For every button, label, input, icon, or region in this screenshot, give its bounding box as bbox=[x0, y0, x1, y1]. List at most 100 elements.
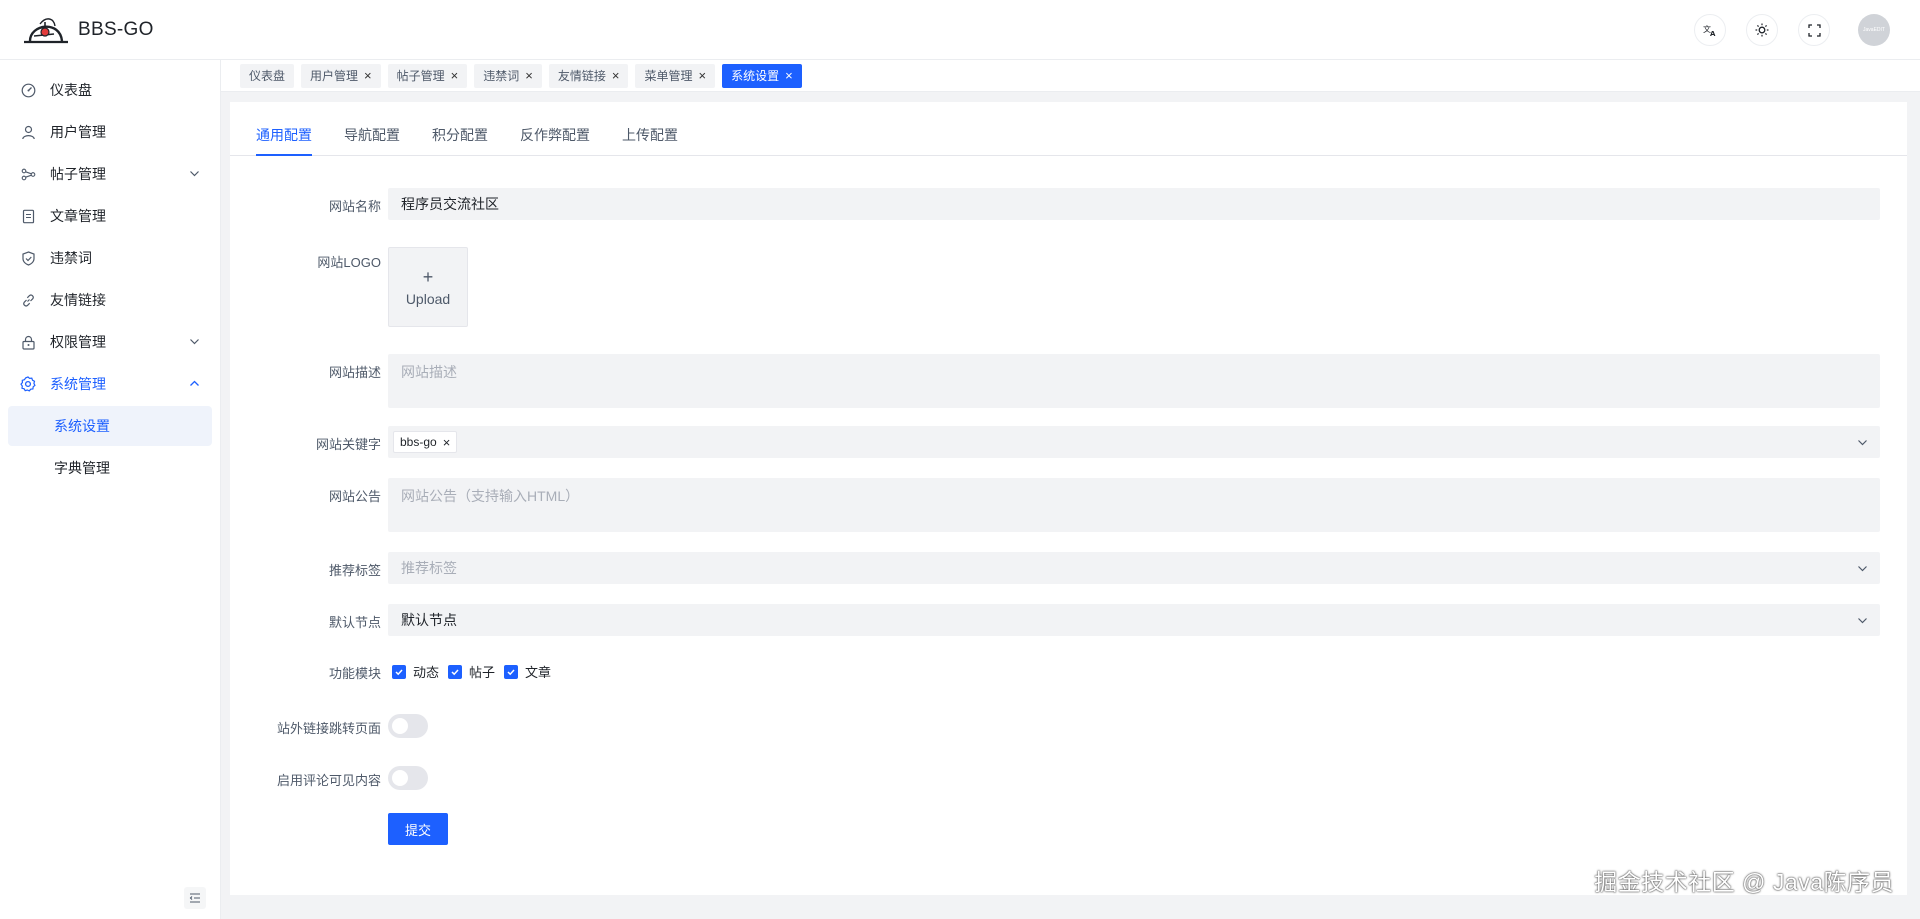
page-tab-posts[interactable]: 帖子管理 × bbox=[387, 63, 468, 88]
sidebar-item-label: 用户管理 bbox=[50, 124, 106, 140]
avatar-text: JavaEDIT bbox=[1863, 27, 1885, 33]
tab-anti-spam[interactable]: 反作弊配置 bbox=[520, 125, 590, 155]
sidebar-item-system[interactable]: 系统管理 bbox=[8, 364, 212, 404]
sidebar-menu: 仪表盘 用户管理 帖子管理 文章管理 违禁词 友情链接 权限管理 系统管理 系统… bbox=[0, 60, 220, 488]
site-desc-textarea[interactable]: 网站描述 bbox=[388, 354, 1880, 408]
sidebar-item-label: 系统设置 bbox=[54, 418, 110, 434]
external-link-switch[interactable] bbox=[388, 714, 428, 738]
page-tab-users[interactable]: 用户管理 × bbox=[301, 63, 381, 88]
page-tab-label: 仪表盘 bbox=[249, 69, 286, 83]
submit-button[interactable]: 提交 bbox=[388, 813, 448, 845]
close-icon[interactable]: × bbox=[364, 69, 372, 82]
sidebar-item-users[interactable]: 用户管理 bbox=[8, 112, 212, 152]
site-desc-label: 网站描述 bbox=[328, 365, 381, 380]
chevron-down-icon bbox=[190, 339, 199, 345]
collapse-sidebar-button[interactable] bbox=[184, 887, 206, 909]
site-logo-label: 网站LOGO bbox=[317, 255, 381, 270]
sidebar-item-label: 违禁词 bbox=[50, 250, 92, 266]
page-tab-dashboard[interactable]: 仪表盘 bbox=[240, 63, 295, 88]
recommend-tags-placeholder: 推荐标签 bbox=[401, 560, 457, 576]
sidebar-item-dashboard[interactable]: 仪表盘 bbox=[8, 70, 212, 110]
site-notice-label: 网站公告 bbox=[328, 489, 381, 504]
chevron-down-icon bbox=[1858, 440, 1867, 446]
page-tabs-bar: 仪表盘 用户管理 × 帖子管理 × 违禁词 × 友情链接 × 菜单管理 × 系统… bbox=[221, 60, 1920, 92]
module-option-label: 动态 bbox=[413, 665, 440, 680]
main-content: 仪表盘 用户管理 × 帖子管理 × 违禁词 × 友情链接 × 菜单管理 × 系统… bbox=[221, 60, 1920, 919]
page-tab-friend-links[interactable]: 友情链接 × bbox=[548, 63, 629, 88]
checkbox-checked-icon bbox=[504, 664, 519, 679]
watermark: 掘金技术社区 @ Java陈序员 bbox=[1594, 869, 1894, 895]
tab-navigation[interactable]: 导航配置 bbox=[344, 125, 400, 155]
module-option-label: 帖子 bbox=[469, 665, 496, 680]
sidebar-item-dictionary[interactable]: 字典管理 bbox=[8, 448, 212, 488]
user-avatar[interactable]: JavaEDIT bbox=[1858, 14, 1890, 46]
page-tab-menus[interactable]: 菜单管理 × bbox=[635, 63, 716, 88]
sidebar-item-articles[interactable]: 文章管理 bbox=[8, 196, 212, 236]
user-icon bbox=[20, 124, 36, 140]
module-checkbox-posts[interactable]: 帖子 bbox=[448, 662, 495, 681]
comment-visible-label: 启用评论可见内容 bbox=[276, 773, 381, 788]
chevron-down-icon bbox=[1858, 618, 1867, 624]
sidebar-item-forbidden-words[interactable]: 违禁词 bbox=[8, 238, 212, 278]
recommend-tags-select[interactable]: 推荐标签 bbox=[388, 552, 1880, 584]
menu-fold-icon bbox=[189, 893, 200, 903]
close-icon[interactable]: × bbox=[525, 69, 533, 82]
keyword-tag: bbs-go × bbox=[393, 431, 458, 453]
sidebar-item-friend-links[interactable]: 友情链接 bbox=[8, 280, 212, 320]
sidebar-item-system-settings[interactable]: 系统设置 bbox=[8, 406, 212, 446]
default-node-value: 默认节点 bbox=[401, 612, 457, 628]
site-notice-textarea[interactable]: 网站公告（支持输入HTML） bbox=[388, 478, 1880, 532]
lock-icon bbox=[20, 334, 36, 350]
site-name-input[interactable]: 程序员交流社区 bbox=[388, 188, 1880, 220]
module-checkbox-articles[interactable]: 文章 bbox=[504, 662, 551, 681]
app-logo[interactable]: BBS-GO bbox=[0, 14, 221, 46]
gear-icon bbox=[20, 376, 36, 392]
link-icon bbox=[20, 292, 36, 308]
sidebar-item-permissions[interactable]: 权限管理 bbox=[8, 322, 212, 362]
sun-icon bbox=[1755, 23, 1769, 37]
logo-upload-button[interactable]: + Upload bbox=[388, 247, 468, 327]
sidebar-item-label: 字典管理 bbox=[54, 460, 110, 476]
sidebar-item-label: 友情链接 bbox=[50, 292, 106, 308]
close-icon[interactable]: × bbox=[443, 435, 451, 450]
close-icon[interactable]: × bbox=[698, 69, 706, 82]
tab-points[interactable]: 积分配置 bbox=[432, 125, 488, 155]
theme-toggle-button[interactable] bbox=[1746, 14, 1778, 46]
close-icon[interactable]: × bbox=[785, 69, 793, 82]
page-tab-label: 系统设置 bbox=[731, 69, 780, 83]
tab-upload[interactable]: 上传配置 bbox=[622, 125, 678, 155]
site-keywords-select[interactable]: bbs-go × bbox=[388, 426, 1880, 458]
fullscreen-icon bbox=[1807, 23, 1821, 37]
top-header: BBS-GO 文 A JavaEDIT bbox=[0, 0, 1920, 60]
sidebar-item-label: 文章管理 bbox=[50, 208, 106, 224]
shield-icon bbox=[20, 250, 36, 266]
fullscreen-button[interactable] bbox=[1798, 14, 1830, 46]
page-tab-label: 违禁词 bbox=[483, 69, 520, 83]
settings-card: 通用配置 导航配置 积分配置 反作弊配置 上传配置 网站名称 程序员交流社区 网… bbox=[230, 102, 1907, 895]
sidebar-item-label: 仪表盘 bbox=[50, 82, 92, 98]
sidebar: 仪表盘 用户管理 帖子管理 文章管理 违禁词 友情链接 权限管理 系统管理 系统… bbox=[0, 60, 221, 919]
file-icon bbox=[20, 208, 36, 224]
chevron-down-icon bbox=[1858, 566, 1867, 572]
tab-general[interactable]: 通用配置 bbox=[256, 125, 312, 156]
module-checkbox-dynamic[interactable]: 动态 bbox=[392, 662, 439, 681]
site-keywords-label: 网站关键字 bbox=[315, 437, 381, 452]
modules-checkbox-group: 动态 帖子 文章 bbox=[392, 662, 553, 681]
close-icon[interactable]: × bbox=[612, 69, 620, 82]
bbs-logo-icon bbox=[24, 17, 68, 43]
config-tabs: 通用配置 导航配置 积分配置 反作弊配置 上传配置 bbox=[230, 102, 1907, 156]
external-link-label: 站外链接跳转页面 bbox=[276, 721, 381, 736]
page-tab-forbidden-words[interactable]: 违禁词 × bbox=[474, 63, 542, 88]
page-tab-label: 用户管理 bbox=[310, 69, 359, 83]
language-button[interactable]: 文 A bbox=[1694, 14, 1726, 46]
comment-visible-switch[interactable] bbox=[388, 766, 428, 790]
translate-icon: 文 A bbox=[1703, 24, 1716, 37]
close-icon[interactable]: × bbox=[451, 69, 459, 82]
recommend-tags-label: 推荐标签 bbox=[328, 563, 381, 578]
default-node-select[interactable]: 默认节点 bbox=[388, 604, 1880, 636]
page-tab-system-settings[interactable]: 系统设置 × bbox=[722, 63, 802, 88]
chevron-up-icon bbox=[190, 380, 199, 386]
page-tab-label: 菜单管理 bbox=[644, 69, 693, 83]
sidebar-item-posts[interactable]: 帖子管理 bbox=[8, 154, 212, 194]
default-node-label: 默认节点 bbox=[328, 615, 381, 630]
